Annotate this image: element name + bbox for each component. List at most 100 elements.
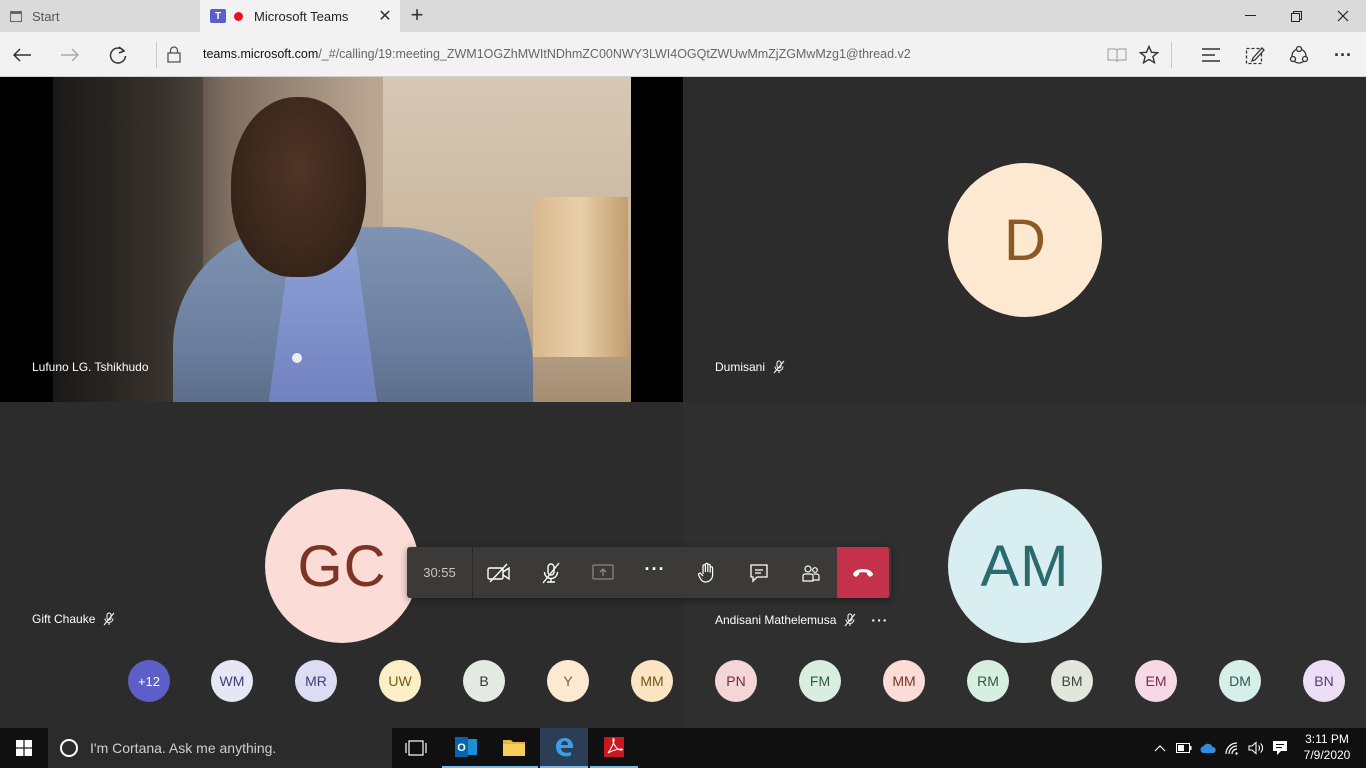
lock-icon[interactable] (167, 46, 181, 63)
web-note-icon[interactable] (1240, 40, 1270, 70)
avatar: GC (265, 489, 419, 643)
participant-more-icon[interactable]: ··· (871, 612, 888, 628)
volume-icon[interactable] (1244, 728, 1268, 768)
hub-icon[interactable] (1196, 40, 1226, 70)
page-icon (10, 10, 22, 22)
book-icon (1107, 48, 1127, 63)
windows-logo-icon (16, 740, 32, 756)
forward-button[interactable] (53, 38, 87, 72)
url-path: /_#/calling/19:meeting_ZWM1OGZhMWItNDhmZ… (318, 47, 911, 61)
outlook-icon: O (455, 737, 477, 757)
minimize-icon (1244, 15, 1256, 16)
refresh-button[interactable] (101, 38, 135, 72)
favorite-star-icon[interactable] (1134, 40, 1164, 70)
start-button[interactable] (0, 728, 48, 768)
mic-off-icon (542, 562, 560, 583)
lines-icon (1202, 48, 1220, 62)
notification-glyph (1273, 741, 1287, 755)
onedrive-icon[interactable] (1196, 728, 1220, 768)
mic-toggle-button[interactable] (525, 547, 577, 598)
svg-text:O: O (457, 742, 466, 754)
minimize-button[interactable] (1227, 0, 1273, 32)
avatar: AM (948, 489, 1102, 643)
camera-toggle-button[interactable] (473, 547, 525, 598)
tab-start[interactable]: Start (0, 0, 200, 32)
avatar: D (948, 163, 1102, 317)
share-circle-icon (1289, 45, 1309, 64)
back-button[interactable] (5, 38, 39, 72)
more-actions-button[interactable]: ··· (629, 547, 681, 598)
refresh-icon (109, 46, 127, 64)
share-icon[interactable] (1284, 40, 1314, 70)
pen-icon (1245, 47, 1265, 65)
participant-video (53, 77, 631, 402)
action-center-icon[interactable] (1268, 728, 1292, 768)
restore-button[interactable] (1273, 0, 1319, 32)
close-window-button[interactable] (1320, 0, 1366, 32)
camera-off-icon (487, 563, 510, 582)
participant-avatar[interactable]: UW (379, 660, 421, 702)
meeting-stage: Lufuno LG. Tshikhudo D Dumisani GC Gift … (0, 77, 1366, 728)
wifi-icon[interactable] (1220, 728, 1244, 768)
participant-avatar[interactable]: EM (1135, 660, 1177, 702)
browser-tab-bar: Start T Microsoft Teams ✕ + (0, 0, 1366, 32)
participant-tile-video[interactable]: Lufuno LG. Tshikhudo (0, 77, 683, 402)
participant-avatar[interactable]: WM (211, 660, 253, 702)
star-icon (1139, 45, 1159, 65)
participant-name-text: Dumisani (715, 360, 766, 374)
reading-view-icon[interactable] (1102, 40, 1132, 70)
participant-avatar[interactable]: MM (631, 660, 673, 702)
acrobat-app[interactable] (590, 728, 638, 768)
chevron-up-glyph (1154, 745, 1166, 752)
cortana-icon (60, 739, 78, 757)
raise-hand-button[interactable] (681, 547, 733, 598)
close-tab-icon[interactable]: ✕ (370, 6, 400, 26)
mic-off-icon (845, 613, 856, 627)
participant-name-text: Andisani Mathelemusa (715, 613, 837, 627)
participant-avatar[interactable]: Y (547, 660, 589, 702)
share-screen-button[interactable] (577, 547, 629, 598)
hang-up-button[interactable] (837, 547, 889, 598)
participant-avatar[interactable]: BN (1303, 660, 1345, 702)
participant-avatar[interactable]: BM (1051, 660, 1093, 702)
participant-name: Andisani Mathelemusa ··· (715, 612, 888, 628)
call-controls: 30:55 ··· (407, 547, 891, 598)
raise-hand-icon (697, 562, 714, 583)
participant-name: Dumisani (715, 360, 786, 374)
battery-icon[interactable] (1172, 728, 1196, 768)
more-participants-button[interactable]: +12 (128, 660, 170, 702)
participant-tile[interactable]: D Dumisani (683, 77, 1366, 402)
edge-app[interactable] (540, 728, 588, 768)
participant-avatar[interactable]: RM (967, 660, 1009, 702)
clock-date: 7/9/2020 (1303, 748, 1351, 762)
cortana-search-box[interactable]: I'm Cortana. Ask me anything. (48, 728, 392, 768)
chat-button[interactable] (733, 547, 785, 598)
participant-avatar[interactable]: B (463, 660, 505, 702)
battery-glyph (1176, 743, 1192, 753)
hang-up-icon (853, 568, 873, 577)
forward-arrow-icon (61, 48, 80, 62)
taskbar-clock[interactable]: 3:11 PM 7/9/2020 (1297, 731, 1357, 763)
participants-button[interactable] (785, 547, 837, 598)
tab-label: Microsoft Teams (254, 8, 349, 24)
new-tab-button[interactable]: + (404, 3, 430, 29)
address-bar: teams.microsoft.com/_#/calling/19:meetin… (0, 32, 1366, 77)
cortana-placeholder: I'm Cortana. Ask me anything. (90, 740, 277, 756)
teams-logo-icon: T (210, 9, 226, 23)
system-tray (1148, 728, 1292, 768)
tab-microsoft-teams[interactable]: T Microsoft Teams ✕ (200, 0, 400, 32)
participant-avatar[interactable]: MR (295, 660, 337, 702)
more-options-icon[interactable]: ··· (1328, 40, 1358, 70)
participant-avatar[interactable]: FM (799, 660, 841, 702)
participant-avatar[interactable]: MM (883, 660, 925, 702)
participant-avatar[interactable]: PN (715, 660, 757, 702)
folder-icon (503, 740, 525, 756)
people-icon (802, 564, 820, 582)
url-field[interactable]: teams.microsoft.com/_#/calling/19:meetin… (203, 47, 911, 61)
task-view-icon (405, 740, 427, 756)
task-view-button[interactable] (392, 728, 440, 768)
outlook-app[interactable]: O (442, 728, 490, 768)
chevron-up-icon[interactable] (1148, 728, 1172, 768)
file-explorer-app[interactable] (490, 728, 538, 768)
participant-avatar[interactable]: DM (1219, 660, 1261, 702)
